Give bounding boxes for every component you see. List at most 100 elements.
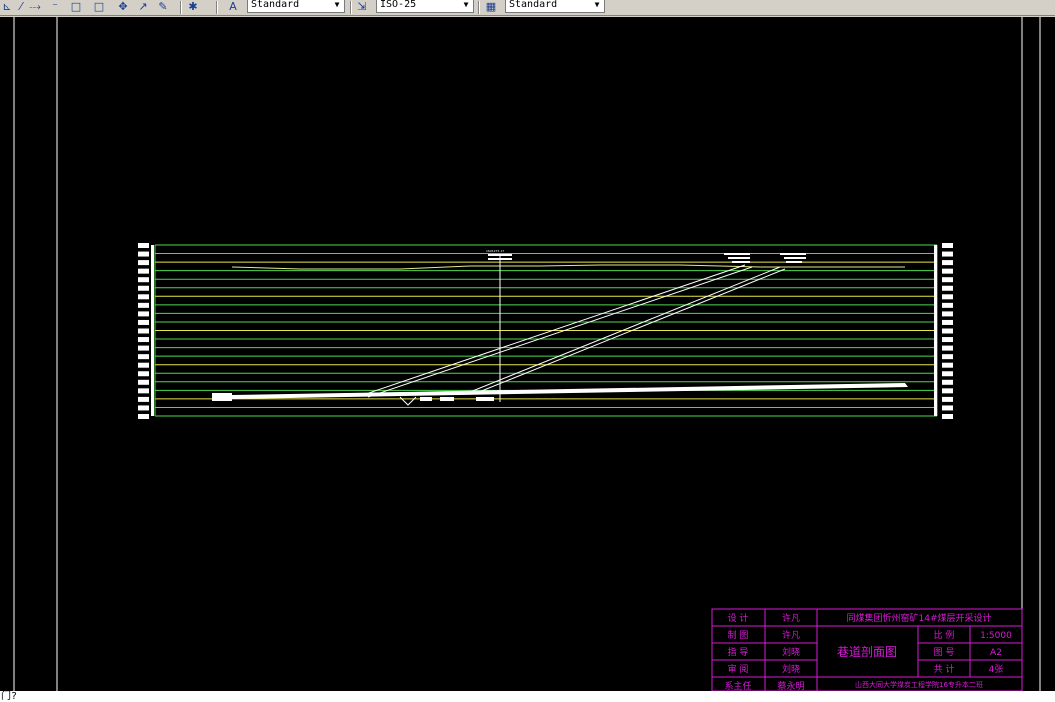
info-value: 4张 [989,664,1004,675]
station-mark [440,397,454,401]
title-block: 设 计 许凡 制 图 许凡 指 导 刘晓 审 阅 刘晓 系主任 蔡永明 同煤集团… [711,608,1023,691]
role-value: 蔡永明 [777,680,804,691]
shaft-label-mark [488,254,512,256]
command-line[interactable]: 门? [0,691,1055,702]
role-label: 指 导 [728,646,749,658]
scale-tick-left [138,405,149,411]
borehole-label-mark [732,261,750,263]
inclined-roadway-line [367,266,753,398]
scale-tick-right [942,268,953,274]
scale-tick-right [942,414,953,419]
pencil-icon[interactable]: ✎ [156,0,170,13]
scale-bar-left [151,245,154,416]
scale-tick-right [942,337,953,343]
school-line: 山西大同大学煤炭工程学院16专升本二班 [855,680,983,689]
scale-tick-right [942,277,953,283]
dim-style-value: ISO-25 [380,0,417,10]
scale-tick-left [138,268,149,274]
shaft-label: 1601275 17 [486,249,504,253]
scale-tick-right [942,396,953,402]
borehole-label-mark [728,257,750,259]
scale-tick-right [942,379,953,385]
text-style-select[interactable]: Standard ▼ [247,0,345,13]
chevron-down-icon[interactable]: ▼ [330,0,344,12]
info-label: 比 例 [934,629,955,641]
info-label: 图 号 [934,647,955,658]
borehole-label-mark [724,253,750,255]
dimension-icon[interactable]: ⊾ [0,0,14,13]
chevron-down-icon[interactable]: ▼ [459,0,473,12]
station-mark [420,397,432,401]
borehole-label-mark [780,253,806,255]
polyline-icon[interactable]: ⤏ [28,0,42,13]
scale-tick-left [138,260,149,266]
ground-surface-line [231,264,905,270]
role-label: 系主任 [724,680,751,691]
table-style-value: Standard [509,0,558,10]
arc-icon[interactable]: ↗ [136,0,150,13]
scale-tick-left [138,414,149,419]
scale-tick-left [138,277,149,283]
command-prompt-text: 门? [1,691,18,702]
toolbar-separator [478,1,480,14]
chevron-down-icon[interactable]: ▼ [590,0,604,12]
seam-label-mark [212,393,232,401]
scale-tick-left [138,328,149,334]
toolbar-separator [180,1,182,14]
match-properties-icon[interactable]: ✱ [186,0,200,13]
scale-tick-left [138,388,149,394]
scale-tick-right [942,328,953,334]
block-icon[interactable]: □ [92,0,106,13]
scale-tick-right [942,405,953,411]
info-value: A2 [990,648,1002,658]
toolbar-separator [350,1,352,14]
scale-tick-right [942,260,953,266]
scale-tick-right [942,345,953,351]
scale-tick-left [138,319,149,325]
scale-tick-left [138,354,149,360]
dim-style-icon[interactable]: ⇲ [355,0,369,13]
scale-tick-left [138,337,149,343]
scale-tick-right [942,302,953,308]
scale-bar-right [934,245,937,416]
role-value: 许凡 [782,629,800,641]
role-label: 制 图 [728,629,749,641]
scale-tick-left [138,294,149,300]
scale-tick-left [138,302,149,308]
role-value: 刘晓 [782,663,800,675]
coal-seam [232,383,908,399]
project-title: 同煤集团忻州窑矿14#煤层开采设计 [847,612,992,624]
leader-icon[interactable]: ⁄ [14,0,28,13]
scale-tick-right [942,388,953,394]
scale-tick-left [138,243,149,248]
scale-tick-right [942,251,953,257]
scale-tick-left [138,362,149,368]
table-style-select[interactable]: Standard ▼ [505,0,605,13]
drawing-svg: 1601275 17 设 计 许凡 制 图 许凡 指 导 刘晓 审 阅 刘晓 系… [13,17,1041,691]
borehole-label-mark [786,261,802,263]
scale-tick-right [942,311,953,317]
scale-tick-right [942,319,953,325]
scale-tick-left [138,371,149,377]
role-value: 许凡 [782,612,800,624]
scale-tick-right [942,371,953,377]
role-label: 设 计 [728,612,749,624]
info-value: 1:5000 [980,631,1012,641]
scale-tick-right [942,354,953,360]
dim-style-select[interactable]: ISO-25 ▼ [376,0,474,13]
rectangle-icon[interactable]: □ [69,0,83,13]
scale-tick-left [138,345,149,351]
dimension-ordinate-icon[interactable]: ⁻ [48,0,62,13]
borehole-label-mark [784,257,806,259]
scale-tick-right [942,362,953,368]
text-style-icon[interactable]: A [226,0,240,13]
move-icon[interactable]: ✥ [116,0,130,13]
table-style-icon[interactable]: ▦ [484,0,498,13]
info-label: 共 计 [934,663,955,675]
shaft-label-mark [488,258,512,260]
scale-tick-right [942,294,953,300]
scale-tick-left [138,311,149,317]
drawing-canvas[interactable]: 1601275 17 设 计 许凡 制 图 许凡 指 导 刘晓 审 阅 刘晓 系… [0,17,1055,691]
scale-tick-left [138,396,149,402]
styles-toolbar: ⊾ ⁄ ⤏ ⁻ □ □ ✥ ↗ ✎ ✱ A Standard ▼ ⇲ ISO-2… [0,0,1055,16]
